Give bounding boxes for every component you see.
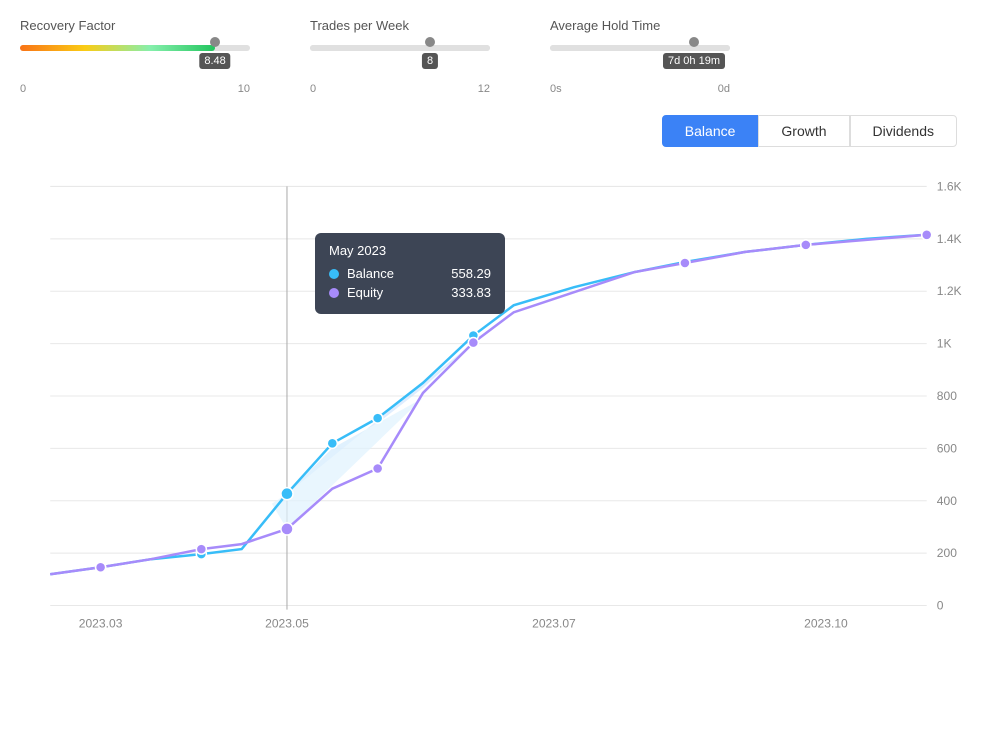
recovery-factor-value: 8.48: [199, 53, 230, 69]
equity-point-4: [373, 463, 383, 473]
chart-shaded-region: [272, 398, 423, 529]
metrics-section: Recovery Factor 8.48 0 10 Trades per Wee…: [0, 0, 987, 105]
balance-point-may: [281, 488, 293, 500]
y-label-1600: 1.6K: [937, 179, 962, 193]
average-hold-time-metric: Average Hold Time 7d 0h 19m 0s 0d: [550, 18, 730, 95]
average-hold-time-range: 0s 0d: [550, 83, 730, 95]
trades-per-week-thumb: [425, 37, 435, 47]
chart-area: 1.6K 1.4K 1.2K 1K 800 600 400 200 0 2023…: [20, 153, 967, 643]
aht-min: 0s: [550, 83, 562, 95]
equity-point-1: [96, 562, 106, 572]
balance-line: [50, 235, 926, 575]
equity-point-7: [801, 240, 811, 250]
tab-dividends[interactable]: Dividends: [850, 115, 957, 147]
trades-per-week-label: Trades per Week: [310, 18, 490, 33]
tab-balance[interactable]: Balance: [662, 115, 759, 147]
trades-per-week-track: [310, 45, 490, 51]
recovery-factor-label: Recovery Factor: [20, 18, 250, 33]
y-label-600: 600: [937, 441, 957, 455]
rf-max: 10: [238, 83, 250, 95]
trades-per-week-range: 0 12: [310, 83, 490, 95]
y-label-1000: 1K: [937, 337, 952, 351]
average-hold-time-slider[interactable]: 7d 0h 19m: [550, 39, 730, 57]
y-label-800: 800: [937, 389, 957, 403]
balance-point-5: [373, 413, 383, 423]
equity-point-5: [468, 338, 478, 348]
recovery-factor-fill: [20, 45, 215, 51]
tpw-min: 0: [310, 83, 316, 95]
trades-per-week-value: 8: [422, 53, 438, 69]
equity-point-6: [680, 258, 690, 268]
rf-min: 0: [20, 83, 26, 95]
y-label-1200: 1.2K: [937, 284, 962, 298]
average-hold-time-thumb: [689, 37, 699, 47]
chart-svg: 1.6K 1.4K 1.2K 1K 800 600 400 200 0 2023…: [20, 153, 967, 643]
x-label-oct: 2023.10: [804, 617, 848, 631]
equity-line: [50, 235, 926, 575]
equity-point-8: [922, 230, 932, 240]
recovery-factor-range: 0 10: [20, 83, 250, 95]
y-label-1400: 1.4K: [937, 232, 962, 246]
tab-growth[interactable]: Growth: [758, 115, 849, 147]
equity-point-2: [196, 544, 206, 554]
recovery-factor-slider[interactable]: 8.48: [20, 39, 250, 57]
tab-section: Balance Growth Dividends: [0, 105, 987, 153]
x-label-mar: 2023.03: [79, 617, 123, 631]
y-label-200: 200: [937, 546, 957, 560]
trades-per-week-metric: Trades per Week 8 0 12: [310, 18, 490, 95]
x-label-may: 2023.05: [265, 617, 309, 631]
average-hold-time-value: 7d 0h 19m: [663, 53, 725, 69]
balance-point-4: [327, 438, 337, 448]
average-hold-time-track: [550, 45, 730, 51]
x-label-jul: 2023.07: [532, 617, 576, 631]
equity-point-may: [281, 523, 293, 535]
recovery-factor-thumb: [210, 37, 220, 47]
y-label-0: 0: [937, 599, 944, 613]
aht-max: 0d: [718, 83, 730, 95]
tpw-max: 12: [478, 83, 490, 95]
average-hold-time-label: Average Hold Time: [550, 18, 730, 33]
recovery-factor-metric: Recovery Factor 8.48 0 10: [20, 18, 250, 95]
y-label-400: 400: [937, 494, 957, 508]
trades-per-week-slider[interactable]: 8: [310, 39, 490, 57]
